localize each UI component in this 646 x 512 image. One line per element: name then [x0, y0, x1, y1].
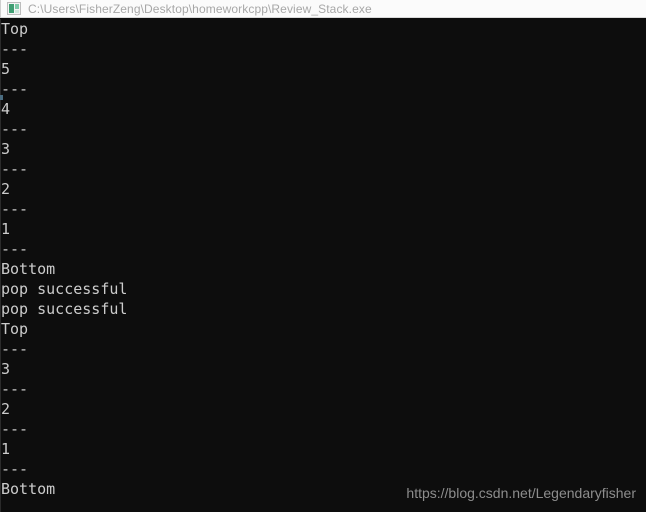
console-line: --- [1, 420, 29, 438]
console-output-area[interactable]: Top --- 5 --- 4 --- 3 --- 2 --- 1 --- Bottom pop succ… [0, 19, 646, 512]
console-line: 3 [1, 360, 11, 378]
console-line: 1 [1, 220, 11, 238]
console-line: Bottom [1, 260, 56, 278]
title-bar[interactable]: C:\Users\FisherZeng\Desktop\homeworkcpp\… [0, 0, 646, 18]
console-line: --- [1, 40, 29, 58]
console-line: --- [1, 200, 29, 218]
console-line: --- [1, 80, 29, 98]
console-line: Top [1, 320, 29, 338]
console-line: --- [1, 120, 29, 138]
title-bar-left-edge [0, 0, 1, 18]
console-line: pop successful [1, 300, 128, 318]
console-line: 2 [1, 400, 11, 418]
console-line: --- [1, 160, 29, 178]
console-line: --- [1, 340, 29, 358]
console-line: Top [1, 20, 29, 38]
console-line: --- [1, 240, 29, 258]
console-line: --- [1, 460, 29, 478]
window-title: C:\Users\FisherZeng\Desktop\homeworkcpp\… [28, 1, 372, 16]
console-line-list: Top --- 5 --- 4 --- 3 --- 2 --- 1 --- Bottom pop succ… [1, 19, 641, 499]
console-line: 4 [1, 100, 11, 118]
console-app-icon [7, 2, 21, 15]
console-line: pop successful [1, 280, 128, 298]
watermark-url: https://blog.csdn.net/Legendaryfisher [406, 485, 636, 501]
console-line: 1 [1, 440, 11, 458]
console-line: --- [1, 380, 29, 398]
console-line: 5 [1, 60, 11, 78]
console-window: C:\Users\FisherZeng\Desktop\homeworkcpp\… [0, 0, 646, 512]
console-line: 3 [1, 140, 11, 158]
console-line: 2 [1, 180, 11, 198]
